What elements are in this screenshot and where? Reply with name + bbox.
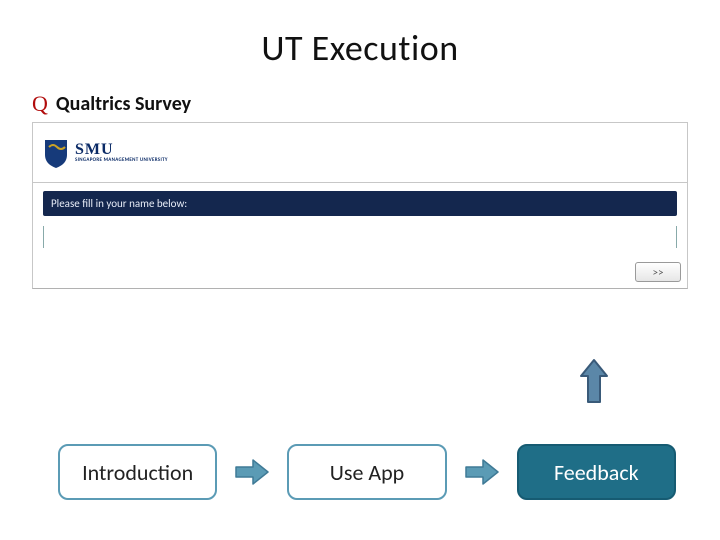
name-input[interactable] [43, 226, 677, 248]
survey-body: Please fill in your name below: [33, 183, 687, 258]
smu-logo-text: SMU SINGAPORE MANAGEMENT UNIVERSITY [75, 142, 168, 163]
stage-feedback: Feedback [517, 444, 676, 500]
smu-logo-sub: SINGAPORE MANAGEMENT UNIVERSITY [75, 158, 168, 163]
stage-introduction: Introduction [58, 444, 217, 500]
survey-header: SMU SINGAPORE MANAGEMENT UNIVERSITY [33, 123, 687, 183]
stage-label: Introduction [82, 459, 193, 486]
survey-frame: SMU SINGAPORE MANAGEMENT UNIVERSITY Plea… [32, 122, 688, 289]
survey-prompt: Please fill in your name below: [43, 191, 677, 216]
survey-footer: >> [33, 258, 687, 288]
stage-label: Feedback [554, 459, 639, 486]
slide-title: UT Execution [32, 26, 688, 70]
smu-logo-brand: SMU [75, 142, 168, 158]
arrow-up-icon [579, 358, 609, 404]
qualtrics-heading: Q Qualtrics Survey [32, 92, 688, 116]
smu-crest-icon [43, 137, 69, 169]
arrow-right-icon [465, 458, 499, 486]
next-button[interactable]: >> [635, 262, 681, 282]
smu-logo: SMU SINGAPORE MANAGEMENT UNIVERSITY [43, 137, 168, 169]
arrow-right-icon [235, 458, 269, 486]
qualtrics-q-icon: Q [32, 93, 48, 115]
slide: UT Execution Q Qualtrics Survey SMU SING… [0, 0, 720, 540]
flow-row: Introduction Use App Feedback [58, 444, 676, 500]
qualtrics-label: Qualtrics Survey [56, 92, 191, 116]
stage-use-app: Use App [287, 444, 446, 500]
stage-label: Use App [330, 459, 405, 486]
